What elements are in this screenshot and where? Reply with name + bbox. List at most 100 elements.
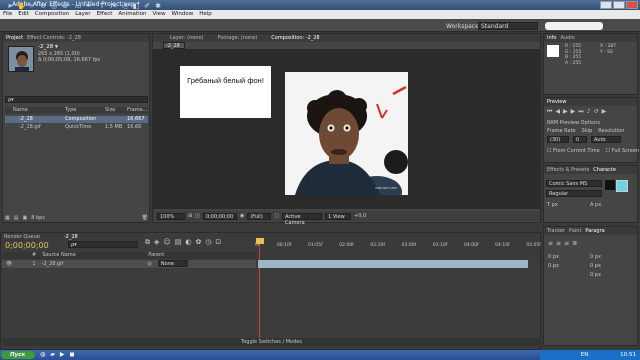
roto-brush-tool-icon[interactable]: ✐ [143,2,151,10]
frame-blending-icon[interactable]: ▤ [175,238,182,247]
tab-project[interactable]: Project [6,34,23,42]
align-left-icon[interactable]: ≡ [548,240,553,247]
bpc-toggle[interactable]: 8 bpc [31,214,45,222]
layer-duration-bar[interactable] [258,260,528,268]
space-after-value[interactable]: 0 px [590,271,601,280]
column-parent[interactable]: Parent [148,252,164,259]
menu-effect[interactable]: Effect [97,10,113,19]
first-frame-icon[interactable]: ⏮ [547,108,552,116]
start-button[interactable]: Пуск [1,351,35,359]
play-icon[interactable]: ▶ [563,108,568,116]
font-style-select[interactable]: Regular [546,190,602,197]
tab-info[interactable]: Info [547,34,556,42]
column-type[interactable]: Type [65,107,105,114]
brainstorm-icon[interactable]: ✿ [195,238,201,247]
indent-right-value[interactable]: 0 px [590,253,601,262]
camera-snapshot-icon[interactable]: ◉ [240,213,244,219]
comp-breadcrumb[interactable]: -2_28 [163,42,185,49]
menu-view[interactable]: View [152,10,165,19]
eraser-tool-icon[interactable]: ◧ [132,2,140,10]
column-frame[interactable]: Frame... [127,107,147,114]
project-item-row[interactable]: -2_28.gif QuickTime 1,5 MB 16,66 [5,124,148,131]
leading-field[interactable]: A px [590,202,601,208]
menu-help[interactable]: Help [199,10,212,19]
folder-icon[interactable]: ▰ [50,351,55,358]
resolution-select[interactable]: Auto [591,136,621,143]
minimize-button[interactable] [600,1,612,9]
trash-icon[interactable]: 🗑 [142,214,148,222]
views-select[interactable]: 1 View [325,212,352,220]
layer-row[interactable]: 👁 1 -2_28.gif ◎ None [2,260,256,268]
layer-name[interactable]: -2_28.gif [42,260,142,268]
menu-layer[interactable]: Layer [75,10,90,19]
ram-preview-icon[interactable]: ▶ [602,108,607,116]
resolution-select[interactable]: (Full) [247,212,272,220]
fill-color-swatch[interactable] [605,180,615,190]
exposure-value[interactable]: +0,0 [354,213,366,219]
browser-icon[interactable]: ◍ [40,351,45,358]
justify-icon[interactable]: ≣ [572,240,577,247]
viewer-time[interactable]: 0;00;00;00 [202,212,237,220]
new-comp-icon[interactable]: ▣ [22,214,27,222]
next-frame-icon[interactable]: ▶ [571,108,576,116]
tab-preview[interactable]: Preview [547,98,566,106]
language-indicator[interactable]: EN [581,352,589,358]
space-before-value[interactable]: 0 px [548,262,559,271]
hand-tool-icon[interactable]: ✋ [17,2,26,10]
playhead-handle[interactable] [256,238,264,244]
last-frame-icon[interactable]: ⏭ [578,108,583,116]
motion-blur-icon[interactable]: ◐ [185,238,191,247]
column-size[interactable]: Size [105,107,127,114]
timeline-search-input[interactable]: ρ▾ [68,241,138,248]
indent-left-value[interactable]: 0 px [548,253,559,262]
tab-render-queue[interactable]: Render Queue [4,233,40,241]
skip-select[interactable]: 0 [573,136,587,143]
menu-window[interactable]: Window [172,10,194,19]
prev-frame-icon[interactable]: ◀ [555,108,560,116]
camera-tool-icon[interactable]: ◎ [50,2,58,10]
rotate-tool-icon[interactable]: ↻ [39,2,47,10]
loop-icon[interactable]: ↺ [594,108,599,116]
text-tool-icon[interactable]: T [98,2,106,10]
full-screen-checkbox[interactable]: ☐ Full Screen [606,148,639,154]
parent-pickwhip-icon[interactable]: ◎ [148,260,152,268]
menu-file[interactable]: File [3,10,12,19]
project-search-input[interactable]: ρ▾ [5,96,148,103]
help-search-input[interactable] [545,22,603,30]
clock[interactable]: 10:51 [620,352,636,358]
frame-rate-select[interactable]: (30) [547,136,569,143]
brush-tool-icon[interactable]: ✎ [110,2,118,10]
tab-effect-controls[interactable]: Effect Controls: -2_28 [27,34,81,42]
menu-composition[interactable]: Composition [35,10,69,19]
interpret-footage-icon[interactable]: ▦ [5,214,10,222]
tab-paragraph[interactable]: Paragra [585,227,604,235]
safe-zones-icon[interactable]: ⊞ [188,213,192,219]
ram-preview-options[interactable]: RAM Preview Options [547,120,600,126]
tab-paint[interactable]: Paint [569,227,581,235]
audio-icon[interactable]: ♪ [587,108,591,116]
tab-character[interactable]: Characte [593,166,616,174]
pan-behind-tool-icon[interactable]: ⊕ [61,2,69,10]
graph-editor-icon[interactable]: ⊡ [215,238,221,247]
column-name[interactable]: Name [5,107,65,114]
media-icon[interactable]: ▶ [60,351,65,358]
tab-composition[interactable]: Composition: -2_28 [271,34,319,42]
font-size-field[interactable]: T px [547,202,558,208]
tab-tracker[interactable]: Tracker [547,227,565,235]
parent-select[interactable]: None [157,260,188,267]
puppet-tool-icon[interactable]: ✱ [154,2,162,10]
column-source-name[interactable]: Source Name [42,252,142,259]
align-right-icon[interactable]: ≡ [564,240,569,247]
visibility-icon[interactable]: 👁 [6,260,12,268]
maximize-button[interactable] [613,1,625,9]
column-index[interactable]: # [32,252,36,259]
after-effects-taskbar-icon[interactable]: ◼ [70,351,75,358]
menu-animation[interactable]: Animation [118,10,146,19]
menu-edit[interactable]: Edit [18,10,29,19]
tab-audio[interactable]: Audio [560,34,574,42]
comp-mini-flowchart-icon[interactable]: ⧉ [145,238,150,247]
draft-3d-icon[interactable]: ◈ [154,238,159,247]
auto-keyframe-icon[interactable]: ◷ [205,238,211,247]
from-current-time-checkbox[interactable]: ☐ From Current Time [547,148,600,154]
region-of-interest-icon[interactable]: ▢ [274,213,279,219]
